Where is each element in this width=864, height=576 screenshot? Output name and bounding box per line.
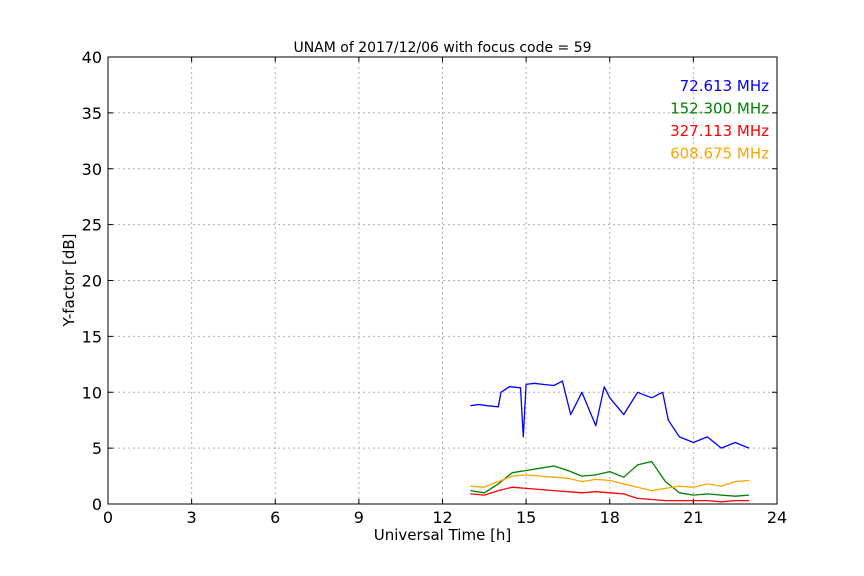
legend: 72.613 MHz 152.300 MHz 327.113 MHz 608.675 … xyxy=(670,77,769,163)
legend-entry: 152.300 MHz xyxy=(670,100,769,118)
y-tick-label: 15 xyxy=(82,327,102,346)
chart-title: UNAM of 2017/12/06 with focus code = 59 xyxy=(293,40,591,56)
x-tick-label: 3 xyxy=(187,508,197,527)
x-tick-label: 9 xyxy=(354,508,364,527)
y-tick-label: 5 xyxy=(92,439,102,458)
y-tick-label: 30 xyxy=(82,160,102,179)
y-tick-label: 0 xyxy=(92,495,102,514)
x-tick-label: 6 xyxy=(270,508,280,527)
x-tick-label: 24 xyxy=(767,508,787,527)
y-tick-label: 10 xyxy=(82,383,102,402)
legend-entry: 608.675 MHz xyxy=(670,145,769,163)
y-tick-label: 40 xyxy=(82,48,102,67)
y-tick-label: 35 xyxy=(82,104,102,123)
y-tick-labels: 0 5 10 15 20 25 30 35 40 xyxy=(82,48,102,514)
y-axis-label: Y-factor [dB] xyxy=(60,233,78,327)
x-axis-label: Universal Time [h] xyxy=(374,526,512,544)
x-tick-label: 15 xyxy=(516,508,536,527)
legend-entry: 327.113 MHz xyxy=(670,122,769,140)
x-tick-labels: 0 3 6 9 12 15 18 21 24 xyxy=(103,508,787,527)
y-tick-label: 25 xyxy=(82,216,102,235)
chart-svg: 0 3 6 9 12 15 18 21 24 0 5 10 15 20 25 30 35 40 UNAM of … xyxy=(60,40,787,544)
x-tick-label: 0 xyxy=(103,508,113,527)
x-tick-label: 12 xyxy=(432,508,452,527)
legend-entry: 72.613 MHz xyxy=(680,77,769,95)
x-tick-label: 21 xyxy=(683,508,703,527)
y-tick-label: 20 xyxy=(82,272,102,291)
x-tick-label: 18 xyxy=(600,508,620,527)
